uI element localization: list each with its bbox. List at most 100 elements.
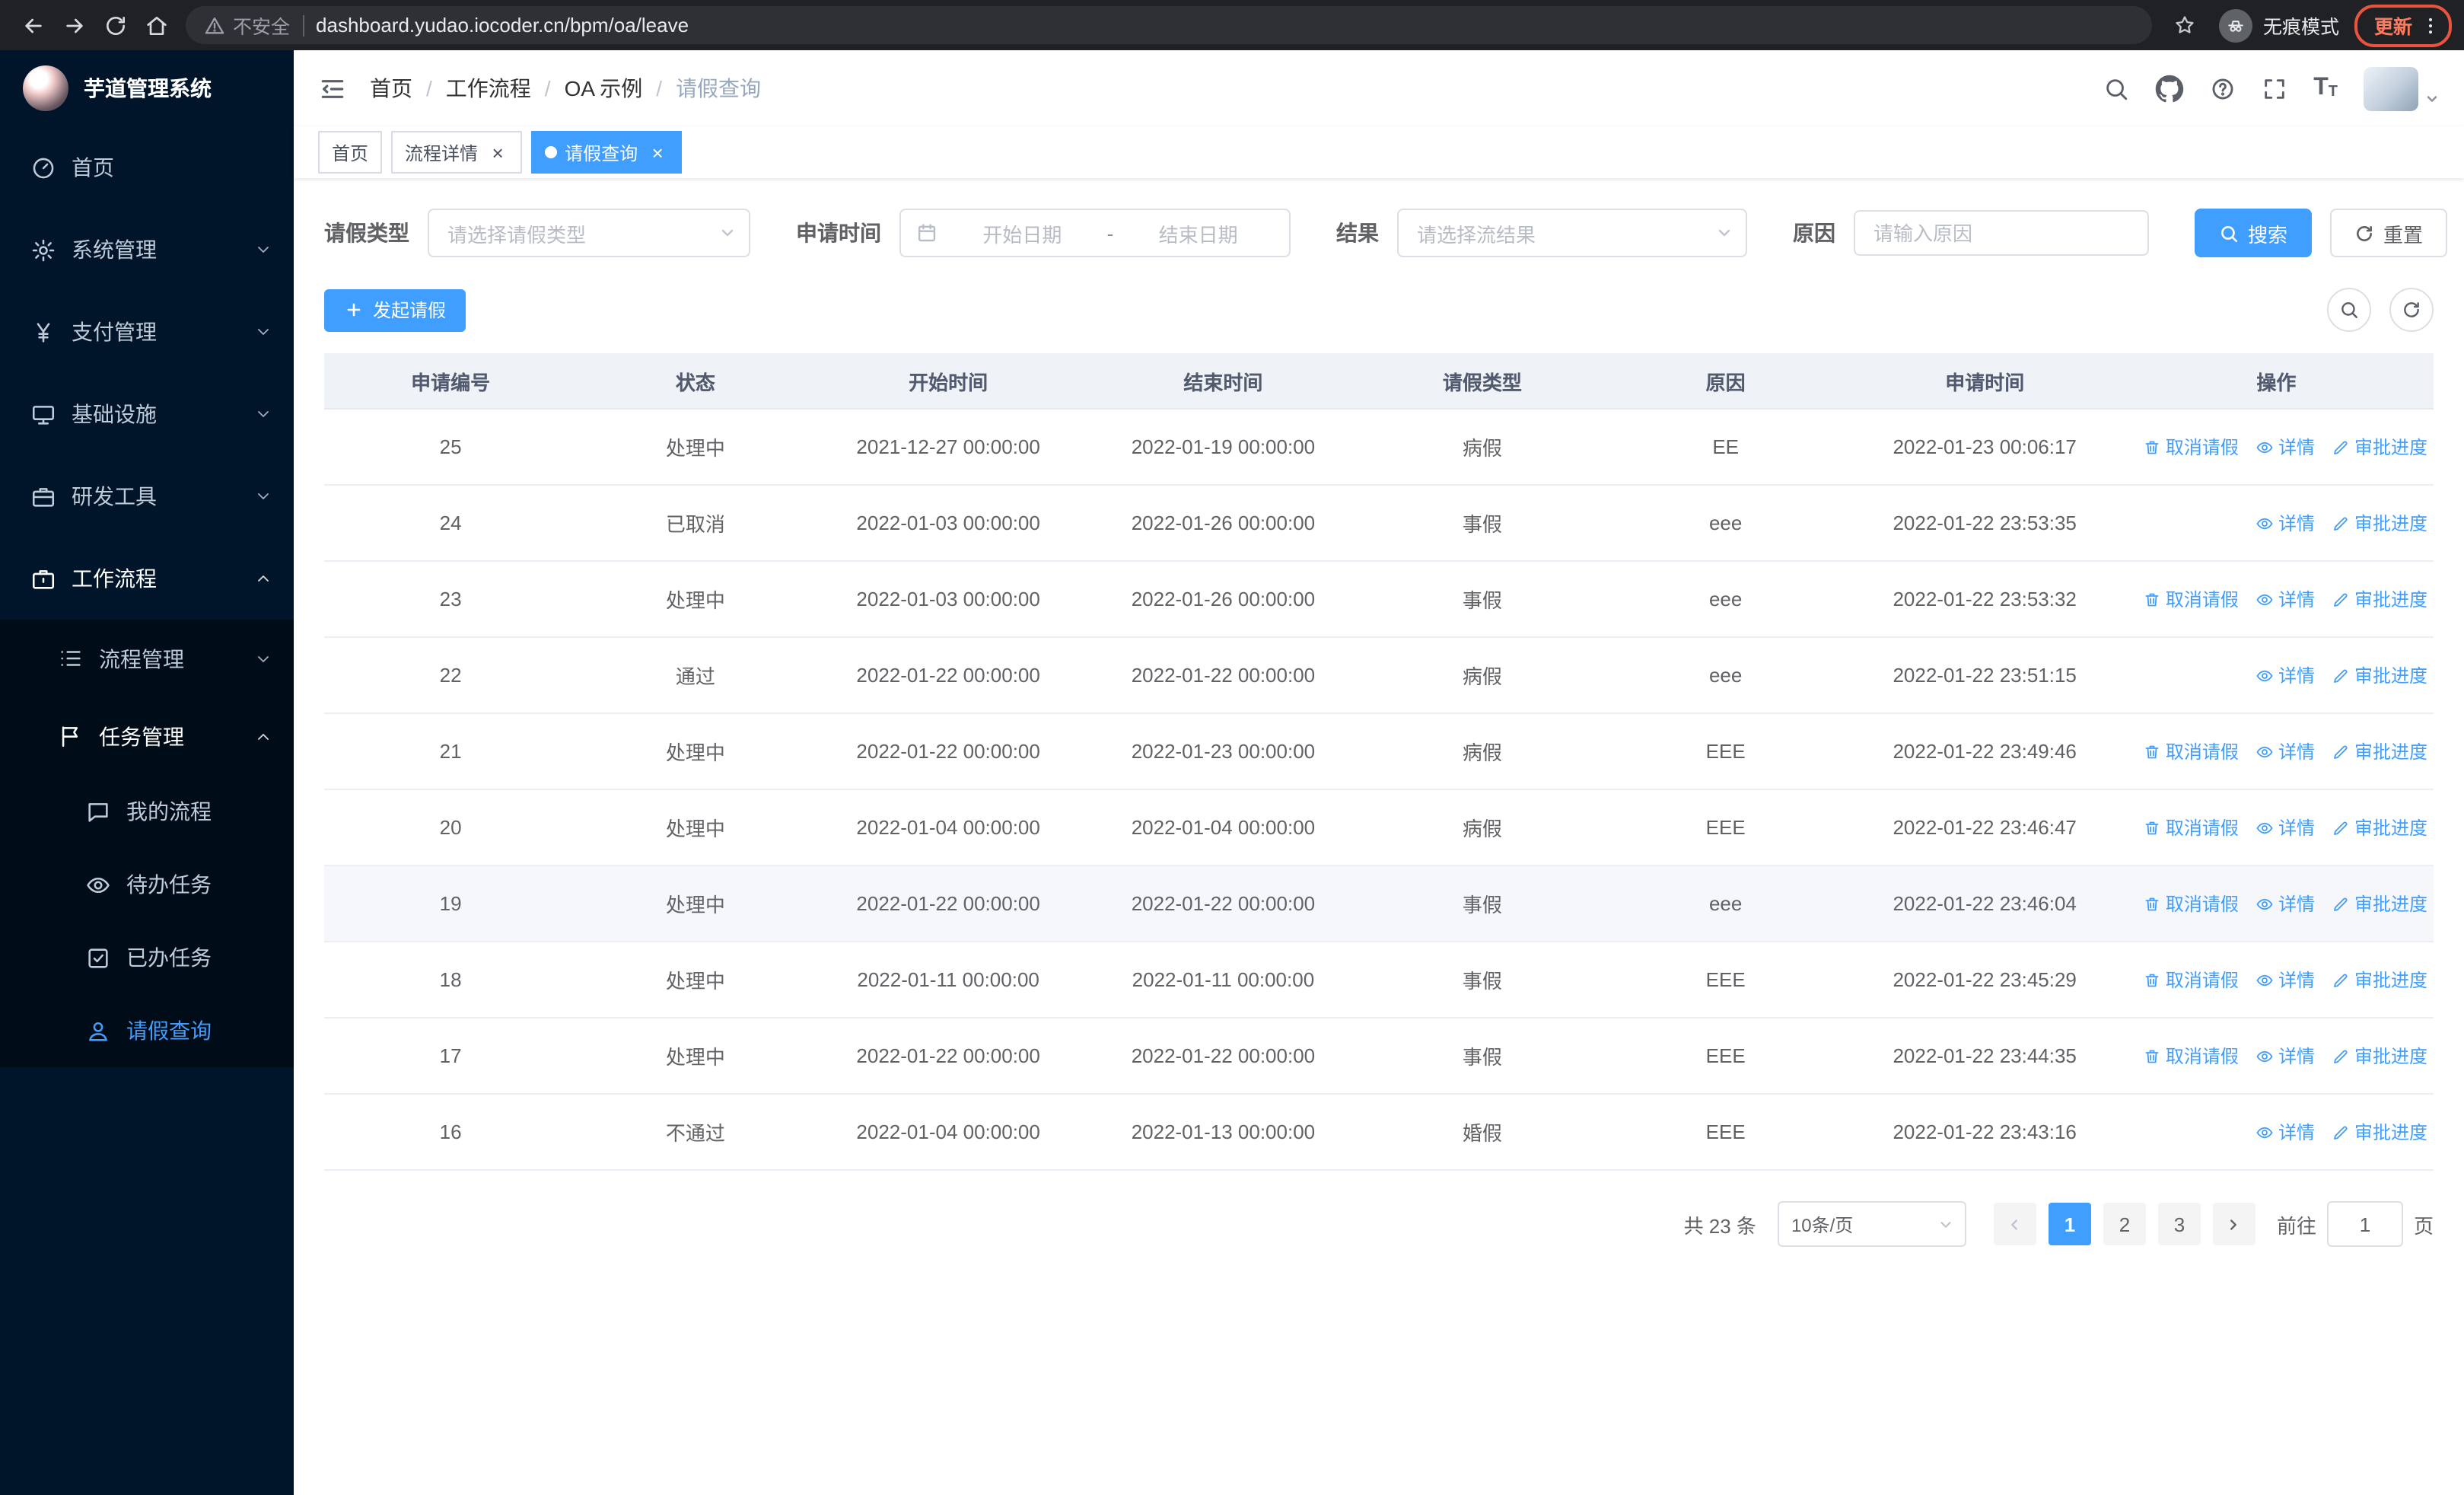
operation-links: 取消请假 详情 审批进度 xyxy=(2121,967,2427,993)
cell-start-time: 2022-01-04 00:00:00 xyxy=(813,789,1083,866)
approval-progress-link[interactable]: 审批进度 xyxy=(2332,434,2427,460)
sidebar-item-payment-management[interactable]: 支付管理 xyxy=(0,291,294,373)
reason-input[interactable] xyxy=(1854,210,2149,256)
sidebar-item-infrastructure[interactable]: 基础设施 xyxy=(0,373,294,455)
approval-progress-link[interactable]: 审批进度 xyxy=(2332,1043,2427,1069)
sidebar-item-process-management[interactable]: 流程管理 xyxy=(0,620,294,697)
detail-link[interactable]: 详情 xyxy=(2255,434,2315,460)
bookmark-star-icon[interactable] xyxy=(2167,7,2204,43)
detail-link[interactable]: 详情 xyxy=(2255,891,2315,916)
sidebar-item-my-process[interactable]: 我的流程 xyxy=(0,775,294,848)
close-icon[interactable]: × xyxy=(487,142,508,163)
show-search-toggle-button[interactable] xyxy=(2327,288,2371,332)
browser-menu-icon[interactable] xyxy=(2420,14,2441,36)
prev-page-button[interactable] xyxy=(1993,1203,2036,1245)
user-menu[interactable] xyxy=(2364,66,2440,110)
filter-result: 结果 请选择流结果 xyxy=(1336,209,1747,257)
approval-progress-link[interactable]: 审批进度 xyxy=(2332,510,2427,536)
approval-progress-link[interactable]: 审批进度 xyxy=(2332,738,2427,764)
sidebar-item-label: 研发工具 xyxy=(72,484,157,508)
sidebar-item-home[interactable]: 首页 xyxy=(0,126,294,209)
breadcrumb-item[interactable]: 工作流程 xyxy=(446,73,531,104)
cancel-leave-link[interactable]: 取消请假 xyxy=(2143,967,2239,993)
cancel-leave-link[interactable]: 取消请假 xyxy=(2143,434,2239,460)
detail-link[interactable]: 详情 xyxy=(2255,662,2315,688)
browser-forward-button[interactable] xyxy=(53,5,94,46)
cell-status: 处理中 xyxy=(577,1018,814,1095)
cell-reason: EEE xyxy=(1600,942,1851,1018)
help-icon[interactable] xyxy=(2210,75,2236,101)
search-icon[interactable] xyxy=(2103,75,2129,101)
tab-leave-query[interactable]: 请假查询 × xyxy=(531,131,683,174)
cancel-leave-link[interactable]: 取消请假 xyxy=(2143,738,2239,764)
page-size-select[interactable]: 10条/页 xyxy=(1777,1201,1966,1247)
goto-prefix: 前往 xyxy=(2276,1214,2316,1237)
approval-progress-link[interactable]: 审批进度 xyxy=(2332,586,2427,612)
tab-process-detail[interactable]: 流程详情 × xyxy=(391,131,523,174)
breadcrumb-item[interactable]: 首页 xyxy=(370,73,412,104)
detail-link[interactable]: 详情 xyxy=(2255,510,2315,536)
operation-links: 取消请假 详情 审批进度 xyxy=(2121,434,2427,460)
cancel-leave-link[interactable]: 取消请假 xyxy=(2143,586,2239,612)
edit-icon xyxy=(2332,514,2350,532)
search-button[interactable]: 搜索 xyxy=(2195,209,2313,257)
avatar[interactable] xyxy=(2364,66,2418,110)
browser-back-button[interactable] xyxy=(12,5,53,46)
cancel-leave-link[interactable]: 取消请假 xyxy=(2143,814,2239,840)
url-text[interactable]: dashboard.yudao.iocoder.cn/bpm/oa/leave xyxy=(316,14,689,37)
update-label[interactable]: 更新 xyxy=(2374,11,2412,40)
next-page-button[interactable] xyxy=(2212,1203,2255,1245)
sidebar-item-done-tasks[interactable]: 已办任务 xyxy=(0,921,294,994)
cancel-leave-link[interactable]: 取消请假 xyxy=(2143,1043,2239,1069)
sidebar-item-workflow[interactable]: 工作流程 xyxy=(0,537,294,620)
page-button-3[interactable]: 3 xyxy=(2157,1203,2201,1245)
breadcrumb-item[interactable]: OA 示例 xyxy=(565,73,643,104)
create-leave-button[interactable]: 发起请假 xyxy=(324,288,466,331)
detail-link[interactable]: 详情 xyxy=(2255,586,2315,612)
approval-progress-link[interactable]: 审批进度 xyxy=(2332,967,2427,993)
start-date-placeholder[interactable]: 开始日期 xyxy=(947,218,1098,247)
approval-progress-link[interactable]: 审批进度 xyxy=(2332,1119,2427,1145)
end-date-placeholder[interactable]: 结束日期 xyxy=(1122,218,1274,247)
detail-link[interactable]: 详情 xyxy=(2255,1119,2315,1145)
reset-button[interactable]: 重置 xyxy=(2330,209,2448,257)
address-bar[interactable]: 不安全 dashboard.yudao.iocoder.cn/bpm/oa/le… xyxy=(186,6,2152,44)
sidebar-item-task-management[interactable]: 任务管理 xyxy=(0,697,294,775)
operation-links: 详情 审批进度 xyxy=(2121,510,2427,536)
breadcrumb-item: 请假查询 xyxy=(676,76,762,100)
approval-progress-link[interactable]: 审批进度 xyxy=(2332,662,2427,688)
browser-home-button[interactable] xyxy=(135,5,177,46)
result-select[interactable]: 请选择流结果 xyxy=(1397,209,1747,257)
cell-operations: 详情 审批进度 xyxy=(2119,1094,2434,1171)
sidebar-fold-icon[interactable] xyxy=(318,74,347,103)
not-secure-warning[interactable]: 不安全 xyxy=(204,11,290,40)
fullscreen-icon[interactable] xyxy=(2262,75,2287,101)
approval-progress-link[interactable]: 审批进度 xyxy=(2332,814,2427,840)
app-logo[interactable]: 芋道管理系统 xyxy=(0,50,294,126)
github-icon[interactable] xyxy=(2155,74,2184,103)
approval-progress-link[interactable]: 审批进度 xyxy=(2332,891,2427,916)
sidebar-item-leave-query[interactable]: 请假查询 xyxy=(0,994,294,1067)
close-icon[interactable]: × xyxy=(647,142,668,163)
sidebar-item-system-management[interactable]: 系统管理 xyxy=(0,209,294,291)
date-range-picker[interactable]: 开始日期 - 结束日期 xyxy=(899,209,1291,257)
page-button-2[interactable]: 2 xyxy=(2103,1203,2146,1245)
detail-link[interactable]: 详情 xyxy=(2255,814,2315,840)
filter-apply-time: 申请时间 开始日期 - 结束日期 xyxy=(796,209,1291,257)
goto-page-input[interactable] xyxy=(2326,1201,2403,1247)
cancel-leave-link[interactable]: 取消请假 xyxy=(2143,891,2239,916)
detail-link[interactable]: 详情 xyxy=(2255,738,2315,764)
tab-home[interactable]: 首页 xyxy=(318,131,383,174)
browser-update-chip[interactable]: 更新 xyxy=(2354,4,2452,46)
browser-reload-button[interactable] xyxy=(94,5,135,46)
page-button-1[interactable]: 1 xyxy=(2048,1203,2091,1245)
refresh-table-button[interactable] xyxy=(2389,288,2434,332)
table-body: 25 处理中 2021-12-27 00:00:00 2022-01-19 00:00… xyxy=(324,409,2434,1171)
sidebar-item-todo-tasks[interactable]: 待办任务 xyxy=(0,848,294,921)
cell-leave-type: 婚假 xyxy=(1364,1094,1601,1171)
detail-link[interactable]: 详情 xyxy=(2255,967,2315,993)
leave-type-select[interactable]: 请选择请假类型 xyxy=(428,209,750,257)
font-size-icon[interactable]: TT xyxy=(2313,75,2338,100)
sidebar-item-dev-tools[interactable]: 研发工具 xyxy=(0,455,294,537)
detail-link[interactable]: 详情 xyxy=(2255,1043,2315,1069)
